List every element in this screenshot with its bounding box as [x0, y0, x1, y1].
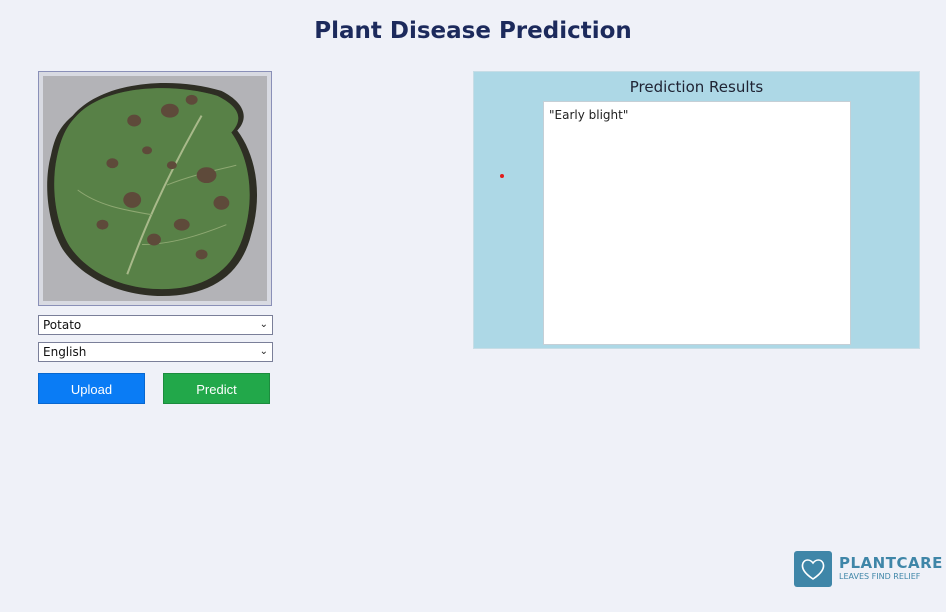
upload-button[interactable]: Upload — [38, 373, 145, 404]
red-dot — [500, 174, 504, 178]
plantcare-logo: PLANTCARE LEAVES FIND RELIEF — [794, 550, 942, 588]
results-textbox: "Early blight" — [543, 101, 851, 345]
leaf-photo — [43, 76, 267, 301]
heart-leaf-icon — [794, 551, 832, 587]
language-select[interactable]: English ⌄ — [38, 342, 273, 362]
predict-button[interactable]: Predict — [163, 373, 270, 404]
logo-tagline: LEAVES FIND RELIEF — [839, 572, 921, 581]
plant-select-value: Potato — [43, 318, 82, 332]
results-panel: Prediction Results "Early blight" — [473, 71, 920, 349]
page-title: Plant Disease Prediction — [314, 18, 632, 44]
language-select-value: English — [43, 345, 87, 359]
chevron-down-icon: ⌄ — [259, 319, 268, 330]
logo-name: PLANTCARE — [839, 554, 943, 572]
prediction-text: "Early blight" — [549, 108, 629, 122]
leaf-image — [38, 71, 272, 306]
chevron-down-icon: ⌄ — [259, 346, 268, 357]
results-title: Prediction Results — [629, 78, 764, 96]
plant-select[interactable]: Potato ⌄ — [38, 315, 273, 335]
